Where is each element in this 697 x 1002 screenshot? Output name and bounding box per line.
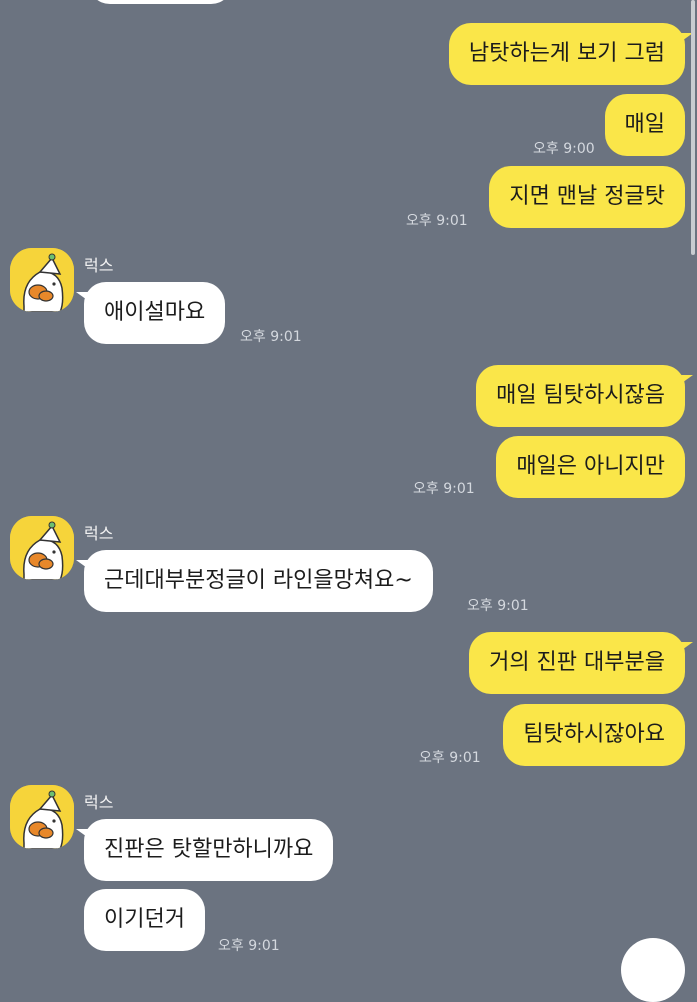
duck-character-icon: [10, 248, 74, 312]
duck-character-icon: [10, 785, 74, 849]
partner-avatar[interactable]: [10, 248, 74, 312]
partner-avatar[interactable]: [10, 516, 74, 580]
message-time: 오후 9:01: [419, 750, 481, 766]
sender-name: 럭스: [84, 524, 114, 543]
message-time: 오후 9:01: [406, 213, 468, 229]
partner-avatar[interactable]: [10, 785, 74, 849]
scroll-down-button[interactable]: [621, 938, 685, 1002]
sender-name: 럭스: [84, 256, 114, 275]
incoming-message[interactable]: 근데대부분정글이 라인을망쳐요~: [76, 550, 433, 612]
message-text: 남탓하는게 보기 그럼: [468, 41, 665, 66]
message-text: 팀탓하시잖아요: [523, 722, 665, 747]
incoming-message[interactable]: 진판은 탓할만하니까요: [75, 819, 334, 881]
message-text: 매일은 아니지만: [516, 454, 665, 479]
message-time: 오후 9:01: [413, 481, 475, 497]
outgoing-message[interactable]: 남탓하는게 보기 그럼: [448, 23, 694, 85]
duck-character-icon: [10, 516, 74, 580]
message-time: 오후 9:01: [240, 329, 302, 345]
message-text: 이기던거: [104, 907, 185, 932]
outgoing-message[interactable]: 거의 진판 대부분을: [469, 632, 693, 694]
message-text: 매일 팀탓하시잖음: [496, 383, 665, 408]
message-time: 오후 9:00: [533, 141, 595, 157]
message-text: 근데대부분정글이 라인을망쳐요~: [104, 568, 413, 593]
message-text: 거의 진판 대부분을: [489, 650, 665, 675]
outgoing-message[interactable]: 팀탓하시잖아요: [503, 704, 685, 766]
message-time: 오후 9:01: [467, 598, 529, 614]
incoming-message[interactable]: 이기던거: [84, 889, 205, 951]
outgoing-message[interactable]: 지면 맨날 정글탓: [489, 166, 685, 228]
partial-incoming-bubble: [88, 0, 233, 4]
scrollbar[interactable]: [691, 0, 695, 255]
message-text: 매일: [624, 112, 665, 137]
message-text: 지면 맨날 정글탓: [509, 184, 665, 209]
outgoing-message[interactable]: 매일은 아니지만: [496, 436, 685, 498]
outgoing-message[interactable]: 매일: [604, 94, 685, 156]
sender-name: 럭스: [84, 793, 114, 812]
message-text: 진판은 탓할만하니까요: [104, 837, 314, 862]
outgoing-message[interactable]: 매일 팀탓하시잖음: [476, 365, 693, 427]
message-time: 오후 9:01: [218, 938, 280, 954]
message-text: 애이설마요: [104, 300, 206, 325]
incoming-message[interactable]: 애이설마요: [75, 282, 226, 344]
